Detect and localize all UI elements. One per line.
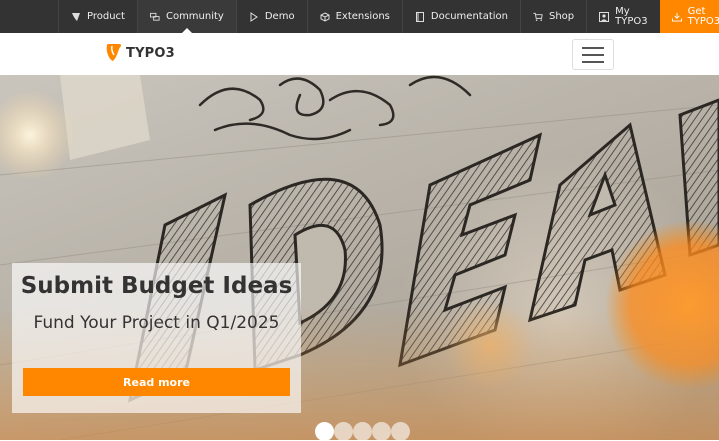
typo3-logo[interactable]: TYPO3 xyxy=(106,44,175,62)
slider-dot-5[interactable] xyxy=(391,422,410,441)
hero-slider: Submit Budget Ideas Fund Your Project in… xyxy=(0,75,719,440)
hero-subtitle: Fund Your Project in Q1/2025 xyxy=(33,313,280,333)
slider-dot-1[interactable] xyxy=(315,422,334,441)
typo3-logo-icon xyxy=(106,44,121,61)
slider-dot-4[interactable] xyxy=(372,422,391,441)
topnav-item-label: Community xyxy=(165,10,224,22)
menu-bar xyxy=(582,60,604,63)
topnav-item-demo[interactable]: Demo xyxy=(235,0,307,33)
read-more-button[interactable]: Read more xyxy=(23,368,290,396)
topnav-item-my-typo3[interactable]: My TYPO3 xyxy=(586,0,659,33)
topnav-item-documentation[interactable]: Documentation xyxy=(401,0,520,33)
hero-caption-box: Submit Budget Ideas Fund Your Project in… xyxy=(12,263,301,413)
book-icon xyxy=(415,11,425,22)
logo-text: TYPO3 xyxy=(126,45,175,61)
topnav-item-extensions[interactable]: Extensions xyxy=(306,0,402,33)
topnav-item-product[interactable]: Product xyxy=(58,0,137,33)
topnav-item-label: Extensions xyxy=(335,10,390,22)
site-header: TYPO3 xyxy=(0,33,719,75)
topnav-item-community[interactable]: Community xyxy=(136,0,236,33)
topnav-item-label: My TYPO3 xyxy=(615,5,648,27)
get-typo3-button[interactable]: Get TYPO3 xyxy=(659,0,719,33)
user-icon xyxy=(599,11,610,22)
play-icon xyxy=(249,11,259,22)
topnav-item-label: Shop xyxy=(548,10,575,22)
topnav-item-shop[interactable]: Shop xyxy=(519,0,586,33)
menu-bar xyxy=(582,46,604,49)
topnav-spacer xyxy=(0,0,58,33)
topnav-item-label: Demo xyxy=(264,10,295,22)
top-navigation: Product Community Demo Extensions Docume… xyxy=(0,0,719,33)
menu-bar xyxy=(582,53,604,56)
hero-title: Submit Budget Ideas xyxy=(20,273,293,299)
topnav-item-label: Documentation xyxy=(430,10,508,22)
community-icon xyxy=(149,12,160,22)
download-icon xyxy=(671,12,682,22)
cube-icon xyxy=(320,11,330,22)
cart-icon xyxy=(533,12,543,22)
slider-dot-2[interactable] xyxy=(334,422,353,441)
slider-pagination xyxy=(315,422,410,441)
topnav-item-label: Product xyxy=(87,10,125,22)
get-typo3-label: Get TYPO3 xyxy=(687,5,719,27)
slider-dot-3[interactable] xyxy=(353,422,372,441)
menu-toggle-button[interactable] xyxy=(572,39,614,70)
typo3-icon xyxy=(71,12,81,22)
